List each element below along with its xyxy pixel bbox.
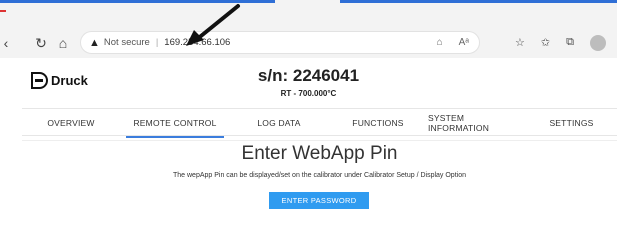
tab-strip-indicator-right: [340, 0, 617, 3]
tab-system-information[interactable]: SYSTEM INFORMATION: [428, 109, 526, 137]
home-icon[interactable]: ⌂: [54, 34, 72, 52]
page-title: Enter WebApp Pin: [241, 143, 398, 164]
warning-icon[interactable]: ▲: [89, 37, 100, 49]
enter-password-button[interactable]: ENTER PASSWORD: [269, 192, 369, 209]
read-aloud-icon[interactable]: Aᵃ: [459, 37, 469, 48]
address-bar[interactable]: ▲ Not secure | 169.254.66.106 ⌂ Aᵃ: [80, 31, 480, 54]
extension-icon[interactable]: ⌂: [437, 37, 443, 48]
tab-overview[interactable]: OVERVIEW: [22, 109, 120, 137]
temperature-range: RT - 700.000°C: [280, 89, 337, 98]
profile-icon[interactable]: [589, 34, 606, 51]
browser-chrome: ‹ ↻ ⌂ ▲ Not secure | 169.254.66.106 ⌂ Aᵃ…: [0, 0, 617, 58]
tab-settings[interactable]: SETTINGS: [526, 109, 617, 137]
tab-log-data[interactable]: LOG DATA: [230, 109, 328, 137]
toolbar-icons: ☆ ✩ ⧉: [515, 31, 606, 54]
pin-description: The wepApp Pin can be displayed/set on t…: [172, 172, 466, 179]
favorites-icon[interactable]: ☆: [515, 36, 525, 49]
back-icon[interactable]: ‹: [2, 34, 10, 52]
serial-number: s/n: 2246041: [257, 66, 360, 85]
collections-icon[interactable]: ⧉: [566, 36, 574, 49]
tab-strip-marker: [0, 10, 6, 12]
tab-remote-control[interactable]: REMOTE CONTROL: [120, 109, 230, 138]
address-bar-actions: ⌂ Aᵃ: [437, 37, 469, 48]
main-nav-tabs: OVERVIEW REMOTE CONTROL LOG DATA FUNCTIO…: [22, 108, 617, 138]
favorites-list-icon[interactable]: ✩: [541, 36, 550, 49]
security-label: Not secure: [103, 37, 150, 48]
refresh-icon[interactable]: ↻: [32, 34, 50, 52]
tab-strip: [0, 0, 617, 12]
tab-functions[interactable]: FUNCTIONS: [328, 109, 428, 137]
browser-toolbar: ‹ ↻ ⌂ ▲ Not secure | 169.254.66.106 ⌂ Aᵃ…: [0, 28, 617, 58]
main-content: Enter WebApp Pin The wepApp Pin can be d…: [22, 140, 617, 240]
annotation-arrow-icon: [186, 4, 240, 46]
